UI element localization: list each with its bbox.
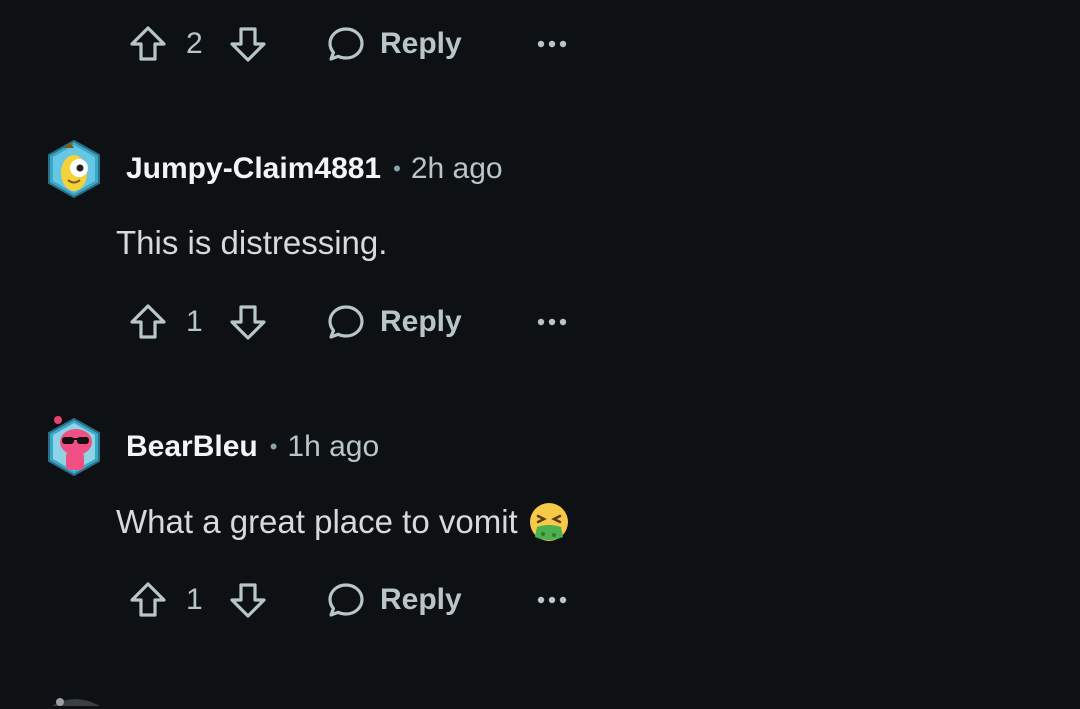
downvote-button[interactable] — [228, 24, 268, 64]
vomiting-face-emoji — [529, 503, 568, 541]
timestamp: 2h ago — [410, 152, 503, 185]
more-options-button[interactable] — [532, 584, 572, 616]
comment-text: This is distressing. — [116, 224, 388, 261]
vote-score: 1 — [186, 305, 203, 338]
more-options-button[interactable] — [532, 306, 572, 338]
banana-snoo-avatar-icon[interactable] — [46, 138, 102, 200]
vote-score: 1 — [186, 583, 203, 616]
reply-button[interactable]: Reply — [326, 580, 462, 620]
upvote-button[interactable] — [128, 580, 168, 620]
ellipsis-icon — [537, 318, 567, 326]
more-options-button[interactable] — [532, 28, 572, 60]
comment-header: BearBleu • 1h ago — [46, 416, 746, 478]
arrow-up-outline-icon — [130, 582, 166, 617]
arrow-down-outline-icon — [230, 27, 266, 62]
comment-body: What a great place to vomit — [116, 500, 570, 544]
reply-label: Reply — [380, 305, 462, 338]
next-comment-avatar — [46, 692, 106, 709]
upvote-button[interactable] — [128, 24, 168, 64]
comment-text: What a great place to vomit — [116, 503, 518, 540]
arrow-down-outline-icon — [230, 305, 266, 340]
arrow-up-outline-icon — [130, 304, 166, 339]
comment-actions: 2 Reply — [124, 20, 584, 68]
reply-label: Reply — [380, 583, 462, 616]
reply-label: Reply — [380, 27, 462, 60]
separator-dot: • — [393, 156, 401, 181]
comment-actions: 1 Reply — [124, 576, 584, 624]
comment-actions: 1 Reply — [124, 298, 584, 346]
speech-bubble-icon — [328, 583, 364, 617]
arrow-down-outline-icon — [230, 583, 266, 618]
username[interactable]: BearBleu — [126, 430, 258, 464]
ellipsis-icon — [537, 596, 567, 604]
username[interactable]: Jumpy-Claim4881 — [126, 152, 381, 186]
speech-bubble-icon — [328, 305, 364, 339]
ellipsis-icon — [537, 40, 567, 48]
separator-dot: • — [269, 434, 278, 459]
reply-button[interactable]: Reply — [326, 302, 462, 342]
timestamp: 1h ago — [287, 430, 380, 463]
comment-header: Jumpy-Claim4881 • 2h ago — [46, 138, 746, 200]
downvote-button[interactable] — [228, 580, 268, 620]
downvote-button[interactable] — [228, 302, 268, 342]
arrow-up-outline-icon — [130, 26, 166, 61]
speech-bubble-icon — [328, 27, 364, 61]
pink-snoo-sunglasses-avatar-icon[interactable] — [46, 416, 102, 478]
reply-button[interactable]: Reply — [326, 24, 462, 64]
vote-score: 2 — [186, 27, 203, 60]
comment-body: This is distressing. — [116, 222, 387, 264]
upvote-button[interactable] — [128, 302, 168, 342]
